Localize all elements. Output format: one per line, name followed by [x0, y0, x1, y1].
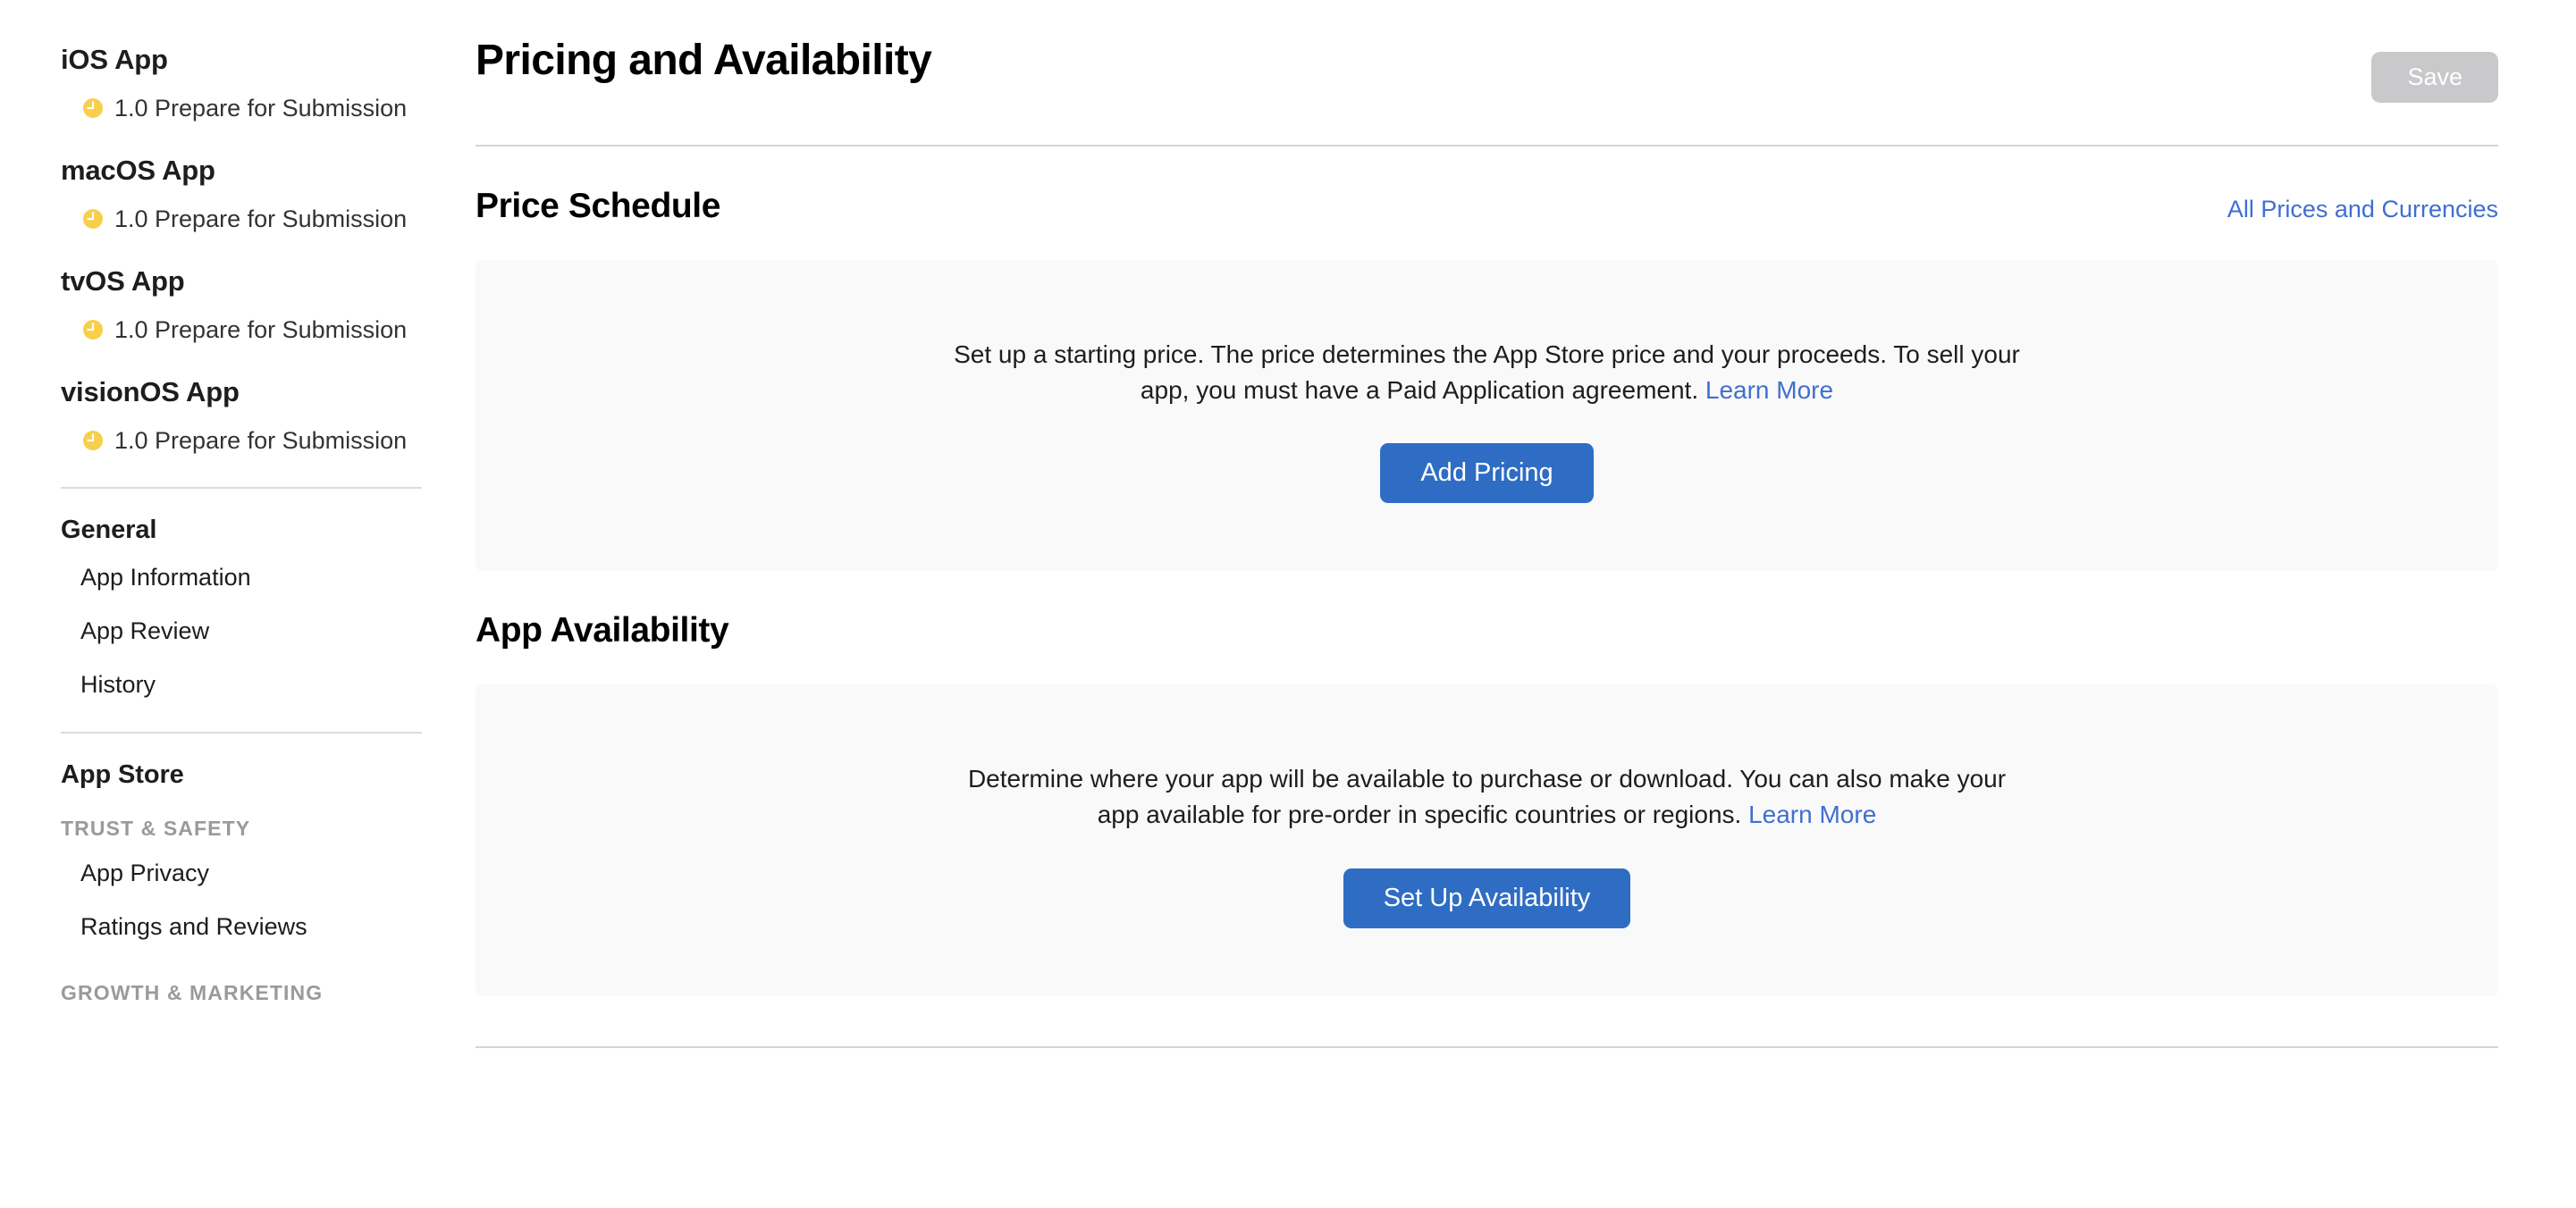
app-availability-card: Determine where your app will be availab… — [476, 684, 2498, 996]
learn-more-link[interactable]: Learn More — [1748, 801, 1876, 828]
platform-status-label: 1.0 Prepare for Submission — [114, 316, 408, 344]
app-store-connect-page: iOS App 1.0 Prepare for Submission macOS… — [0, 0, 2576, 1208]
sidebar-item-app-privacy[interactable]: App Privacy — [0, 846, 476, 900]
main-content: Pricing and Availability Save Price Sche… — [476, 0, 2576, 1208]
sidebar-item-visionos-version[interactable]: 1.0 Prepare for Submission — [0, 426, 476, 455]
header-divider — [476, 145, 2498, 147]
page-title: Pricing and Availability — [476, 37, 932, 84]
sidebar: iOS App 1.0 Prepare for Submission macOS… — [0, 0, 476, 1208]
price-schedule-card: Set up a starting price. The price deter… — [476, 259, 2498, 572]
app-availability-section: App Availability Determine where your ap… — [476, 610, 2498, 1048]
sidebar-item-app-review[interactable]: App Review — [0, 604, 476, 658]
sidebar-caption-growth-marketing: GROWTH & MARKETING — [61, 980, 324, 1004]
sidebar-item-tvos-version[interactable]: 1.0 Prepare for Submission — [0, 315, 476, 344]
clock-icon — [83, 320, 103, 340]
sidebar-item-app-information[interactable]: App Information — [0, 550, 476, 604]
price-schedule-title: Price Schedule — [476, 187, 721, 225]
sidebar-platform-macos: macOS App 1.0 Prepare for Submission — [0, 154, 476, 233]
price-schedule-description: Set up a starting price. The price deter… — [951, 337, 2024, 408]
sidebar-divider — [61, 486, 422, 489]
section-divider — [476, 1045, 2498, 1048]
sidebar-item-ratings-and-reviews[interactable]: Ratings and Reviews — [0, 900, 476, 953]
app-availability-title: App Availability — [476, 611, 729, 650]
app-availability-header: App Availability — [476, 610, 2498, 652]
all-prices-and-currencies-link[interactable]: All Prices and Currencies — [2227, 196, 2498, 223]
platform-title: macOS App — [61, 155, 215, 187]
platform-status-label: 1.0 Prepare for Submission — [114, 205, 408, 232]
platform-status-label: 1.0 Prepare for Submission — [114, 427, 408, 455]
platform-title: iOS App — [61, 44, 168, 75]
clock-icon — [83, 209, 103, 230]
sidebar-caption-trust-safety: TRUST & SAFETY — [61, 816, 251, 840]
add-pricing-button[interactable]: Add Pricing — [1380, 443, 1594, 504]
platform-title: tvOS App — [61, 265, 185, 298]
platform-title: visionOS App — [61, 376, 240, 408]
sidebar-platform-tvos: tvOS App 1.0 Prepare for Submission — [0, 264, 476, 344]
sidebar-group-general: General — [61, 515, 157, 544]
sidebar-item-macos-version[interactable]: 1.0 Prepare for Submission — [0, 205, 476, 233]
clock-icon — [83, 431, 103, 451]
sidebar-group-app-store: App Store — [61, 759, 184, 789]
price-schedule-description-text: Set up a starting price. The price deter… — [954, 340, 2020, 404]
sidebar-item-ios-version[interactable]: 1.0 Prepare for Submission — [0, 94, 476, 122]
clock-icon — [83, 97, 103, 118]
learn-more-link[interactable]: Learn More — [1705, 376, 1833, 404]
page-header: Pricing and Availability Save — [476, 0, 2498, 103]
platform-status-label: 1.0 Prepare for Submission — [114, 94, 408, 122]
set-up-availability-button[interactable]: Set Up Availability — [1343, 868, 1631, 928]
sidebar-divider — [61, 731, 422, 734]
app-availability-description: Determine where your app will be availab… — [951, 761, 2024, 833]
price-schedule-section: Price Schedule All Prices and Currencies… — [476, 186, 2498, 572]
price-schedule-header: Price Schedule All Prices and Currencies — [476, 186, 2498, 228]
sidebar-platform-visionos: visionOS App 1.0 Prepare for Submission — [0, 375, 476, 455]
save-button[interactable]: Save — [2371, 52, 2498, 103]
sidebar-platform-ios: iOS App 1.0 Prepare for Submission — [0, 43, 476, 122]
sidebar-item-history[interactable]: History — [0, 658, 476, 711]
